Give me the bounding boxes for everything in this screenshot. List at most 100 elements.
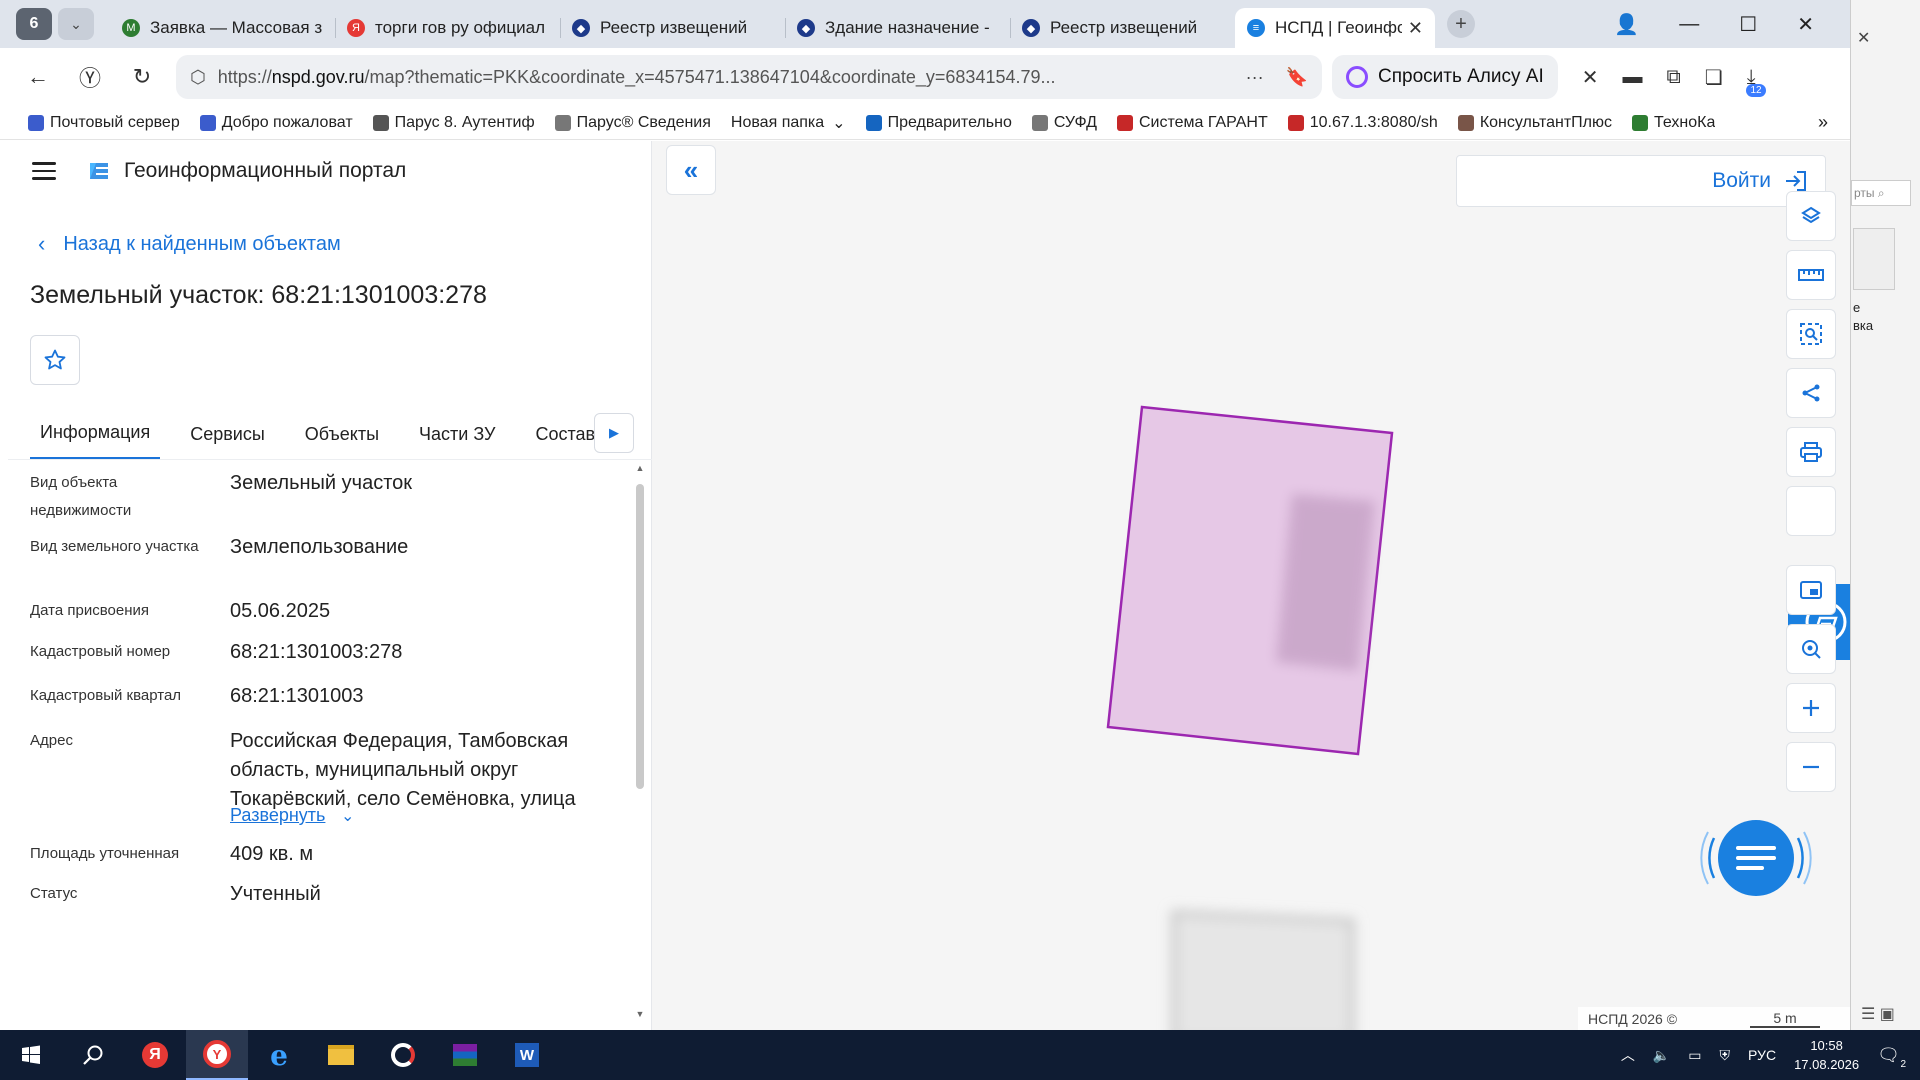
zoom-out-button[interactable] (1786, 742, 1836, 792)
more-icon[interactable]: ··· (1246, 67, 1264, 88)
share-button[interactable] (1786, 368, 1836, 418)
portal-title: Геоинформационный портал (124, 159, 407, 182)
layers-button[interactable] (1786, 191, 1836, 241)
expand-link[interactable]: Развернуть (230, 805, 325, 825)
internet-explorer-icon[interactable]: e (248, 1030, 310, 1080)
search-taskbar-icon[interactable] (62, 1030, 124, 1080)
extension-k-icon[interactable]: ✕ (1582, 65, 1599, 90)
yandex-browser-taskbar-icon[interactable]: Y (186, 1030, 248, 1080)
close-window-icon[interactable]: ✕ (1797, 12, 1814, 37)
bookmark-item[interactable]: Парус® Сведения (554, 113, 711, 132)
star-icon (44, 349, 66, 370)
app-c-icon[interactable] (372, 1030, 434, 1080)
attribution-text: НСПД 2026 © (1588, 1010, 1678, 1027)
login-button[interactable]: Войти (1456, 155, 1826, 207)
area-search-button[interactable] (1786, 309, 1836, 359)
tab-information[interactable]: Информация (30, 422, 161, 459)
hidden-tool-button[interactable] (1786, 486, 1836, 536)
chat-button[interactable] (1700, 802, 1812, 914)
alice-icon (1346, 66, 1368, 88)
favorite-button[interactable] (30, 335, 80, 385)
back-close-icon[interactable]: ✕ (1857, 28, 1870, 48)
extension-cap-icon[interactable]: ▬ (1623, 66, 1643, 89)
scrollbar-thumb[interactable] (636, 484, 644, 789)
window-controls: 👤 — ☐ ✕ (1614, 12, 1850, 37)
scroll-up-icon[interactable]: ▲ (635, 463, 645, 473)
panel-scrollbar[interactable]: ▲ ▼ (635, 463, 645, 1023)
bookmark-item[interactable]: Новая папка ⌄ (731, 113, 846, 133)
archive-app-icon[interactable] (434, 1030, 496, 1080)
bookmark-item[interactable]: 10.67.1.3:8080/sh (1287, 114, 1438, 132)
map-layer (1106, 405, 1394, 1030)
browser-tab[interactable]: ◆ Здание назначение - (785, 8, 1010, 48)
menu-icon[interactable] (32, 162, 56, 180)
bookmark-item[interactable]: Почтовый сервер (28, 114, 180, 132)
tab-parts[interactable]: Части ЗУ (409, 424, 505, 459)
back-to-results-link[interactable]: ‹ Назад к найденным объектам (38, 231, 341, 257)
ruler-button[interactable] (1786, 250, 1836, 300)
bookmark-item[interactable]: Предварительно (865, 114, 1012, 132)
tab-services[interactable]: Сервисы (180, 424, 275, 459)
browser-tab-active[interactable]: ≡ НСПД | Геоинформ ✕ (1235, 8, 1435, 48)
bookmark-item[interactable]: Система ГАРАНТ (1116, 113, 1268, 132)
bookmark-label: Парус® Сведения (576, 113, 711, 131)
yandex-icon[interactable]: Ⓨ (68, 55, 112, 99)
print-button[interactable] (1786, 427, 1836, 477)
minimize-icon[interactable]: — (1679, 13, 1699, 36)
tab-close-icon[interactable]: ✕ (1408, 18, 1423, 39)
tabs-dropdown-icon[interactable]: ⌄ (58, 8, 94, 40)
map-canvas[interactable]: « Войти НСПД 2026 © 5 m (652, 141, 1850, 1030)
tab-label: Реестр извещений (1050, 18, 1198, 37)
minimap-button[interactable] (1786, 565, 1836, 615)
browser-tab[interactable]: ◆ Реестр извещений (560, 8, 785, 48)
bookmark-item[interactable]: СУФД (1031, 114, 1097, 132)
back-arrow-icon[interactable]: ← (16, 55, 60, 99)
start-button[interactable] (0, 1030, 62, 1080)
profile-icon[interactable]: 👤 (1614, 12, 1639, 37)
locate-button[interactable] (1786, 624, 1836, 674)
maximize-icon[interactable]: ☐ (1739, 12, 1757, 37)
browser-tab[interactable]: M Заявка — Массовая з (110, 8, 335, 48)
bookmark-item[interactable]: КонсультантПлюс (1457, 114, 1612, 132)
address-bar[interactable]: ⬡ https://nspd.gov.ru/map?thematic=PKK&c… (176, 55, 1322, 99)
collapse-panel-button[interactable]: « (666, 145, 716, 195)
tab-counter[interactable]: 6 (16, 8, 52, 40)
language-indicator[interactable]: РУС (1748, 1047, 1776, 1063)
extensions-puzzle-icon[interactable]: ⧉ (1667, 66, 1681, 89)
tab-objects[interactable]: Объекты (295, 424, 389, 459)
file-explorer-icon[interactable] (310, 1030, 372, 1080)
back-thumbnail (1853, 228, 1895, 290)
browser-tab[interactable]: Я торги гов ру официал (335, 8, 560, 48)
tab-label: Заявка — Массовая з (150, 18, 323, 37)
bookmark-icon[interactable]: 🔖 (1286, 67, 1308, 88)
scroll-down-icon[interactable]: ▼ (635, 1009, 645, 1019)
volume-icon[interactable]: 🔈 (1653, 1047, 1670, 1064)
security-icon[interactable]: ⛨ (1720, 1047, 1731, 1064)
bookmark-label: ТехноКа (1654, 113, 1716, 131)
ask-alice-button[interactable]: Спросить Алису AI (1332, 55, 1558, 99)
zoom-in-button[interactable] (1786, 683, 1836, 733)
yandex-app-icon[interactable]: Я (124, 1030, 186, 1080)
site-info-icon[interactable]: ⬡ (190, 67, 206, 88)
back-search-box[interactable]: рты ⌕ (1851, 180, 1911, 206)
browser-window: 6 ⌄ M Заявка — Массовая з Я торги гов ру… (0, 0, 1850, 1030)
browser-tab[interactable]: ◆ Реестр извещений (1010, 8, 1235, 48)
bookmark-item[interactable]: Добро пожаловат (199, 114, 353, 132)
reload-icon[interactable]: ↻ (120, 55, 164, 99)
collections-icon[interactable]: ❏ (1705, 65, 1723, 90)
downloads-icon[interactable]: ⤓ 12 (1746, 66, 1766, 97)
tabs-next-button[interactable]: ▶ (594, 413, 634, 453)
chevron-down-icon[interactable]: ⌄ (341, 808, 354, 825)
network-icon[interactable]: ▭ (1688, 1047, 1701, 1064)
property-key: Статус (30, 885, 78, 902)
bookmark-label: Система ГАРАНТ (1138, 113, 1268, 131)
clock[interactable]: 10:58 17.08.2026 (1794, 1036, 1859, 1074)
notifications-icon[interactable]: 🗨 2 (1877, 1045, 1906, 1070)
word-icon[interactable]: W (496, 1030, 558, 1080)
bookmarks-more-icon[interactable]: » (1818, 112, 1828, 133)
new-tab-button[interactable]: + (1447, 10, 1475, 38)
tray-chevron-icon[interactable]: ︿ (1621, 1045, 1635, 1065)
bookmark-favicon-icon (1116, 114, 1133, 131)
bookmark-item[interactable]: Парус 8. Аутентиф (372, 114, 535, 132)
bookmark-item[interactable]: ТехноКа (1632, 114, 1715, 132)
